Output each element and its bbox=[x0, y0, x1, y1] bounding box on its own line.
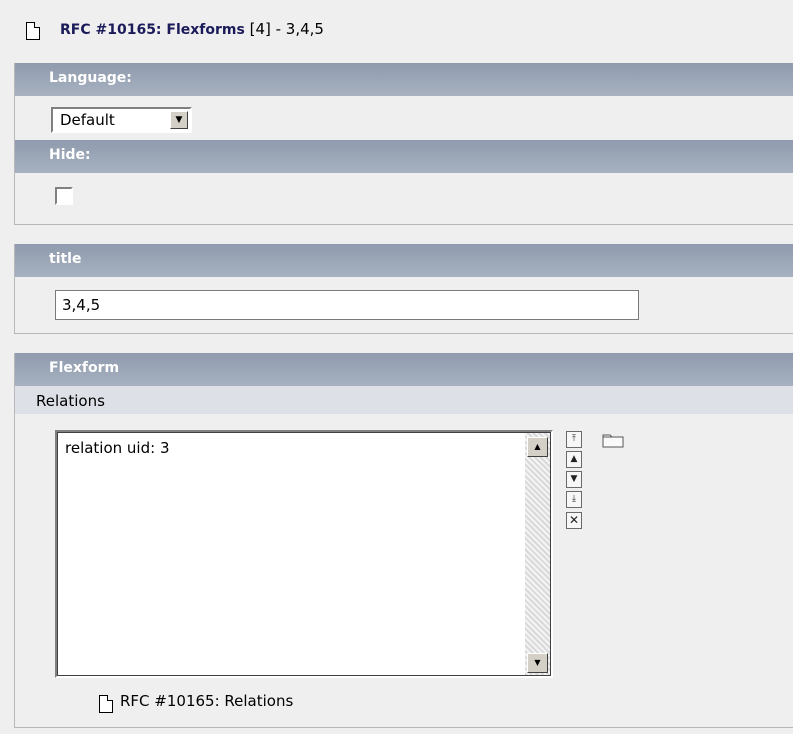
language-label: Language: bbox=[15, 63, 793, 96]
listbox-scrollbar[interactable]: ▲ ▼ bbox=[525, 433, 550, 675]
language-select[interactable]: Default ▼ bbox=[51, 107, 192, 133]
related-record-label[interactable]: RFC #10165: Relations bbox=[120, 692, 293, 710]
move-bottom-icon[interactable]: ⤓ bbox=[566, 491, 582, 508]
scroll-up-icon[interactable]: ▲ bbox=[527, 437, 548, 457]
record-title-text: RFC #10165: Flexforms bbox=[60, 22, 245, 38]
record-title: RFC #10165: Flexforms [4] - 3,4,5 bbox=[60, 20, 324, 38]
folder-icon[interactable] bbox=[602, 432, 624, 448]
title-panel: title bbox=[14, 244, 793, 334]
language-select-value: Default bbox=[60, 111, 115, 129]
record-header: RFC #10165: Flexforms [4] - 3,4,5 bbox=[0, 0, 793, 58]
hide-label: Hide: bbox=[15, 140, 793, 173]
flexform-label: Flexform bbox=[15, 353, 793, 386]
title-input[interactable] bbox=[55, 290, 639, 320]
relations-section-label: Relations bbox=[15, 386, 793, 414]
move-top-icon[interactable]: ⤒ bbox=[566, 431, 582, 448]
general-panel: Language: Default ▼ Hide: bbox=[14, 63, 793, 225]
flexform-panel: Flexform Relations relation uid: 3 ▲ ▼ ⤒… bbox=[14, 353, 793, 728]
relations-listbox-frame: relation uid: 3 ▲ ▼ bbox=[57, 432, 551, 676]
list-item[interactable]: relation uid: 3 bbox=[65, 439, 170, 457]
record-count: [4] - 3,4,5 bbox=[249, 20, 324, 38]
page-icon[interactable] bbox=[99, 695, 113, 713]
chevron-down-icon[interactable]: ▼ bbox=[170, 111, 188, 129]
remove-icon[interactable]: ✕ bbox=[566, 512, 582, 529]
move-up-icon[interactable]: ▲ bbox=[566, 451, 582, 468]
title-label: title bbox=[15, 244, 793, 277]
scroll-down-icon[interactable]: ▼ bbox=[527, 653, 548, 673]
move-down-icon[interactable]: ▼ bbox=[566, 471, 582, 488]
page-icon[interactable] bbox=[26, 22, 40, 40]
relations-listbox[interactable]: relation uid: 3 ▲ ▼ bbox=[55, 430, 553, 678]
hide-checkbox[interactable] bbox=[55, 187, 73, 205]
